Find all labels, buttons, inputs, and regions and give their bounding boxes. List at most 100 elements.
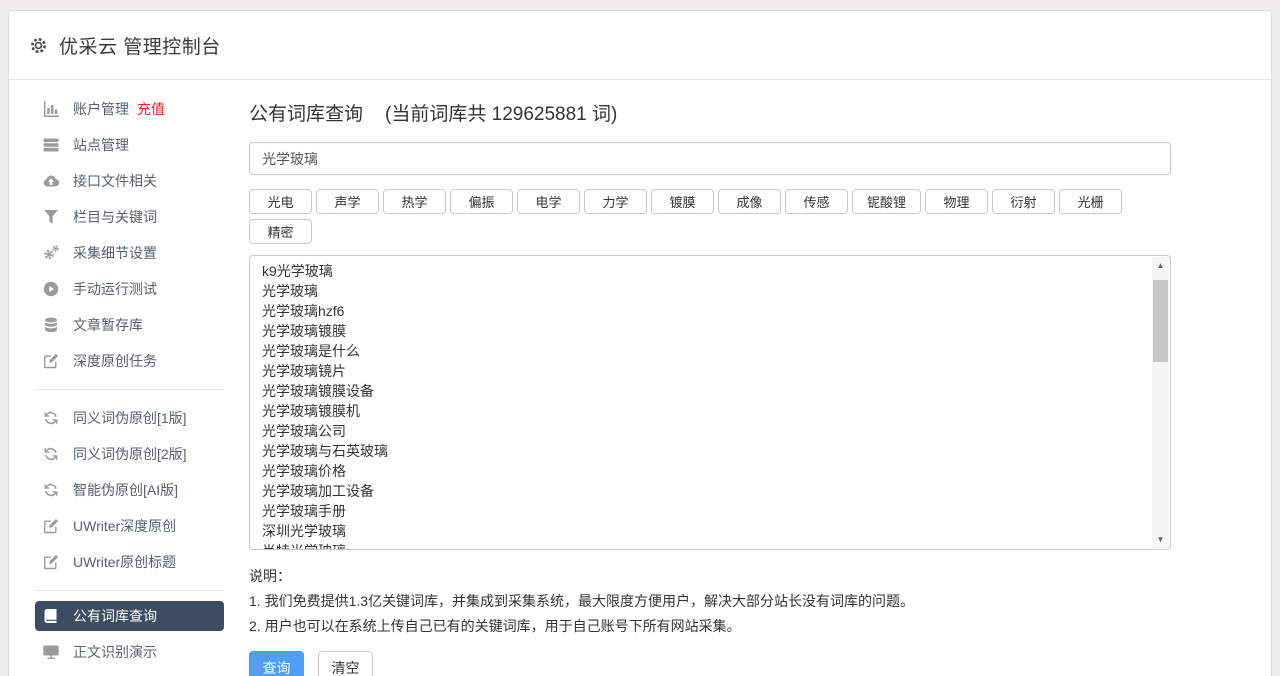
recharge-badge[interactable]: 充值 [137,99,165,119]
keyword-row: 深圳光学玻璃 [262,521,1142,541]
sidebar-item-label: 正文识别演示 [73,642,157,662]
sidebar-item-deep-original-task[interactable]: 深度原创任务 [35,343,224,379]
refresh-icon [43,446,59,462]
edit-icon [43,554,59,570]
page-title: 公有词库查询 (当前词库共 129625881 词) [249,101,1171,129]
main-content: 公有词库查询 (当前词库共 129625881 词) 光电 声学 热学 偏振 电… [249,80,1271,676]
bar-chart-icon [43,101,59,117]
monitor-icon [43,644,59,660]
clear-button[interactable]: 清空 [318,651,373,676]
gears-icon [43,245,59,261]
tag-button[interactable]: 热学 [383,189,446,214]
lexicon-word-count: (当前词库共 129625881 词) [385,101,617,129]
query-button[interactable]: 查询 [249,651,304,676]
sidebar-item-ai-rewrite[interactable]: 智能伪原创[AI版] [35,472,224,508]
sidebar-item-label: 文章暂存库 [73,315,143,335]
notes-line-1: 1. 我们免费提供1.3亿关键词库，并集成到采集系统，最大限度方便用户，解决大部… [249,589,1171,614]
gear-icon [29,36,48,55]
scrollbar-track[interactable]: ▲ ▼ [1152,257,1169,548]
edit-icon [43,518,59,534]
sidebar-item-label: 同义词伪原创[2版] [73,444,187,464]
tag-button[interactable]: 精密 [249,219,312,244]
sidebar-item-label: 公有词库查询 [73,606,157,626]
sidebar-item-collection-settings[interactable]: 采集细节设置 [35,235,224,271]
keyword-row: 光学玻璃镜片 [262,361,1142,381]
scroll-up-arrow-icon[interactable]: ▲ [1152,257,1169,274]
sidebar-item-label: UWriter深度原创 [73,516,176,536]
refresh-icon [43,410,59,426]
sidebar-divider [35,590,224,591]
filter-icon [43,209,59,225]
keyword-row: 肖特光学玻璃 [262,541,1142,550]
sidebar-item-account-management[interactable]: 账户管理 充值 [35,91,224,127]
sidebar-item-label: 智能伪原创[AI版] [73,480,178,500]
tag-button[interactable]: 光电 [249,189,312,214]
sidebar-item-synonym-rewrite-v1[interactable]: 同义词伪原创[1版] [35,400,224,436]
sidebar-item-synonym-rewrite-v2[interactable]: 同义词伪原创[2版] [35,436,224,472]
sidebar-item-uwriter-original-title[interactable]: UWriter原创标题 [35,544,224,580]
sidebar-item-label: 接口文件相关 [73,171,157,191]
tag-button[interactable]: 声学 [316,189,379,214]
sidebar-item-label: 深度原创任务 [73,351,157,371]
app-title: 优采云 管理控制台 [59,32,221,59]
keyword-row: 光学玻璃镀膜机 [262,401,1142,421]
sidebar-item-interface-files[interactable]: 接口文件相关 [35,163,224,199]
tag-button[interactable]: 传感 [785,189,848,214]
database-icon [43,317,59,333]
sidebar-item-label: 手动运行测试 [73,279,157,299]
keyword-row: 光学玻璃镀膜设备 [262,381,1142,401]
keyword-row: 光学玻璃公司 [262,421,1142,441]
tag-button[interactable]: 光栅 [1059,189,1122,214]
sidebar-item-columns-keywords[interactable]: 栏目与关键词 [35,199,224,235]
sidebar-item-content-recognition-demo[interactable]: 正文识别演示 [35,634,224,670]
sidebar-item-article-staging[interactable]: 文章暂存库 [35,307,224,343]
keyword-row: 光学玻璃与石英玻璃 [262,441,1142,461]
sidebar-item-public-lexicon-query[interactable]: 公有词库查询 [35,601,224,631]
sidebar-item-label: 采集细节设置 [73,243,157,263]
sidebar-item-site-management[interactable]: 站点管理 [35,127,224,163]
sidebar-item-label: UWriter原创标题 [73,552,176,572]
sidebar-item-uwriter-deep-original[interactable]: UWriter深度原创 [35,508,224,544]
tag-button[interactable]: 成像 [718,189,781,214]
edit-icon [43,353,59,369]
sidebar-item-label: 站点管理 [73,135,129,155]
keyword-row: 光学玻璃加工设备 [262,481,1142,501]
tag-button[interactable]: 偏振 [450,189,513,214]
page-title-text: 公有词库查询 [249,101,363,129]
keyword-row: 光学玻璃价格 [262,461,1142,481]
keyword-row: 光学玻璃手册 [262,501,1142,521]
tag-button[interactable]: 铌酸锂 [852,189,921,214]
tag-row: 精密 [249,219,1171,244]
app-window: 优采云 管理控制台 账户管理 充值 站点管理 接口文件相关 [8,10,1272,676]
scrollbar-thumb[interactable] [1153,280,1168,362]
keyword-row: k9光学玻璃 [262,261,1142,281]
tag-button[interactable]: 力学 [584,189,647,214]
tag-button[interactable]: 衍射 [992,189,1055,214]
sidebar-item-label: 账户管理 [73,99,129,119]
server-icon [43,137,59,153]
cloud-upload-icon [43,173,59,189]
keyword-results-list[interactable]: k9光学玻璃 光学玻璃 光学玻璃hzf6 光学玻璃镀膜 光学玻璃是什么 光学玻璃… [249,255,1171,550]
sidebar-item-label: 栏目与关键词 [73,207,157,227]
sidebar: 账户管理 充值 站点管理 接口文件相关 栏目与关键词 [9,80,249,676]
notes-section: 说明： 1. 我们免费提供1.3亿关键词库，并集成到采集系统，最大限度方便用户，… [249,564,1171,639]
tag-button[interactable]: 电学 [517,189,580,214]
tag-row: 光电 声学 热学 偏振 电学 力学 镀膜 成像 传感 铌酸锂 物理 衍射 光栅 [249,189,1171,214]
app-header: 优采云 管理控制台 [9,11,1271,80]
sidebar-item-manual-run-test[interactable]: 手动运行测试 [35,271,224,307]
sidebar-divider [35,389,224,390]
notes-title: 说明： [249,564,1171,589]
play-circle-icon [43,281,59,297]
tag-button[interactable]: 镀膜 [651,189,714,214]
keyword-row: 光学玻璃是什么 [262,341,1142,361]
notes-line-2: 2. 用户也可以在系统上传自己已有的关键词库，用于自己账号下所有网站采集。 [249,614,1171,639]
book-icon [43,608,59,624]
sidebar-item-label: 同义词伪原创[1版] [73,408,187,428]
keyword-search-input[interactable] [249,142,1171,175]
refresh-icon [43,482,59,498]
keyword-row: 光学玻璃镀膜 [262,321,1142,341]
tag-button[interactable]: 物理 [925,189,988,214]
scroll-down-arrow-icon[interactable]: ▼ [1152,531,1169,548]
keyword-row: 光学玻璃 [262,281,1142,301]
action-buttons: 查询 清空 [249,651,1171,676]
